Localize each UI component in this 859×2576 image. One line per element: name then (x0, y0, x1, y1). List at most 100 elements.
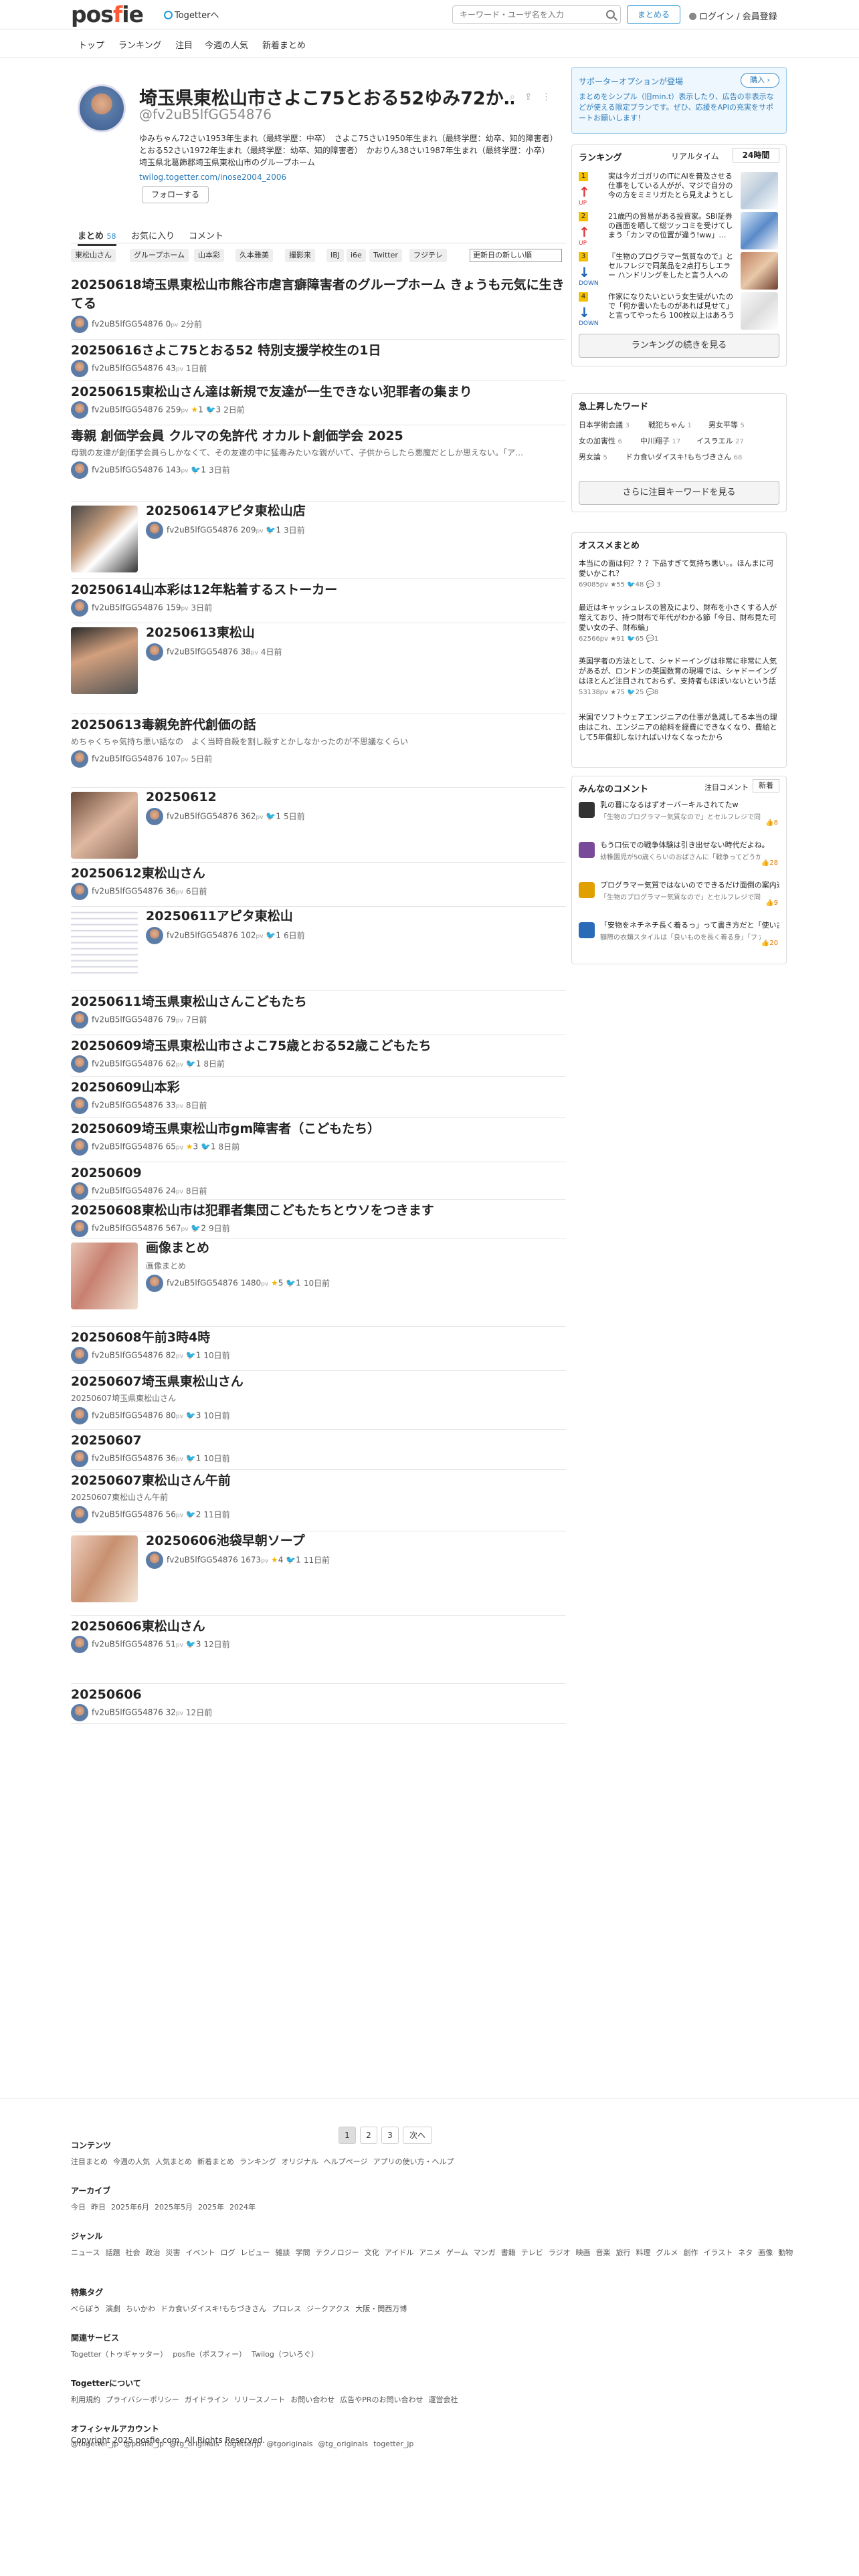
follow-button[interactable]: フォローする (142, 186, 209, 203)
tag-item[interactable]: IBJ (326, 249, 345, 262)
footer-link[interactable]: 大阪・関西万博 (355, 2304, 407, 2313)
user-name[interactable]: fv2uB5lfGG54876 (92, 1411, 163, 1420)
trending-keyword[interactable]: 男女平等 5 (708, 419, 745, 433)
trending-more-button[interactable]: さらに注目キーワードを見る (579, 481, 779, 505)
trending-keyword[interactable]: ドカ食いダイスキ!もちづきさん 68 (626, 451, 742, 465)
footer-link[interactable]: ネタ (738, 2248, 753, 2257)
search-input[interactable] (453, 6, 593, 23)
user-avatar[interactable] (146, 643, 163, 661)
footer-link[interactable]: レビュー (240, 2248, 270, 2257)
matome-title[interactable]: 20250615東松山さん達は新規で友達が一生できない犯罪者の集まり (71, 383, 566, 401)
footer-link[interactable]: グルメ (656, 2248, 678, 2257)
matome-item[interactable]: 20250607 fv2uB5lfGG54876 36pv 🐦1 10日前 (71, 1430, 566, 1470)
matome-item[interactable]: 20250613毒親免許代創価の話 めちゃくちゃ気持ち悪い話なの よく当時自殺を割… (71, 714, 566, 788)
tag-item[interactable]: 撮影来 (285, 249, 315, 262)
tag-item[interactable]: 東松山さん (71, 249, 116, 262)
matome-title[interactable]: 20250606 (71, 1685, 566, 1704)
matome-title[interactable]: 20250613東松山 (146, 623, 566, 642)
nav-top[interactable]: トップ (78, 38, 104, 51)
comment-item[interactable]: 「安物をネチネチ長く着るっ」って書き方だと「使い古したタオルは捨てずに雑巾にする… (579, 921, 779, 957)
user-avatar[interactable] (71, 316, 88, 333)
matome-title[interactable]: 20250609山本彩 (71, 1078, 566, 1097)
footer-link[interactable]: 話題 (105, 2248, 120, 2257)
nav-ranking[interactable]: ランキング (118, 38, 162, 51)
rank-thumbnail[interactable] (741, 212, 778, 249)
footer-link[interactable]: 動物 (778, 2248, 793, 2257)
footer-link[interactable]: ちいかわ (126, 2304, 155, 2313)
user-name[interactable]: fv2uB5lfGG54876 (92, 1101, 163, 1110)
footer-link[interactable]: 学問 (295, 2248, 310, 2257)
comments-tab-new[interactable]: 新着 (753, 779, 779, 792)
trending-keyword[interactable]: 女の加害性 6 (579, 435, 622, 449)
user-name[interactable]: fv2uB5lfGG54876 (167, 647, 238, 657)
ranking-tab-24h[interactable]: 24時間 (733, 148, 779, 163)
footer-link[interactable]: プロレス (272, 2304, 301, 2313)
matome-item[interactable]: 画像まとめ 画像まとめ fv2uB5lfGG54876 1480pv ★5 🐦1 10… (71, 1239, 566, 1327)
footer-link[interactable]: プライバシーポリシー (106, 2395, 179, 2404)
matome-item[interactable]: 20250606東松山さん fv2uB5lfGG54876 51pv 🐦3 12日前 (71, 1616, 566, 1684)
user-avatar[interactable] (71, 461, 88, 479)
footer-link[interactable]: 社会 (125, 2248, 140, 2257)
footer-link[interactable]: 今日 (71, 2203, 86, 2212)
matome-item[interactable]: 毒親 創価学会員 クルマの免許代 オカルト創価学会 2025 母親の友達が創価学会… (71, 425, 566, 502)
footer-link[interactable]: リリースノート (234, 2395, 285, 2404)
footer-link[interactable]: 画像 (758, 2248, 773, 2257)
footer-link[interactable]: ガイドライン (185, 2395, 229, 2404)
matome-thumbnail[interactable] (71, 627, 138, 694)
user-avatar[interactable] (146, 522, 163, 539)
user-avatar[interactable] (71, 750, 88, 768)
user-name[interactable]: fv2uB5lfGG54876 (92, 1224, 163, 1233)
matome-thumbnail[interactable] (71, 506, 138, 572)
matome-item[interactable]: 20250608東松山市は犯罪者集団こどもたちとウソをつきます fv2uB5lfG… (71, 1200, 566, 1239)
matome-title[interactable]: 20250606池袋早朝ソープ (146, 1531, 566, 1550)
matome-title[interactable]: 20250607 (71, 1431, 566, 1450)
user-avatar[interactable] (71, 401, 88, 419)
user-avatar[interactable] (71, 1450, 88, 1467)
tag-item[interactable]: Twitter (369, 249, 402, 262)
user-name[interactable]: fv2uB5lfGG54876 (92, 1351, 163, 1360)
matome-title[interactable]: 20250607埼玉県東松山さん (71, 1372, 566, 1391)
matome-title[interactable]: 20250618埼玉県東松山市熊谷市虐言癖障害者のグループホーム きょうも元気に… (71, 276, 566, 313)
matome-item[interactable]: 20250613東松山 fv2uB5lfGG54876 38pv 4日前 (71, 623, 566, 714)
comment-item[interactable]: 乳の暮になるはずオーバーキルされてたw 「生物のプログラマー気質なので」とセルフレ… (579, 800, 779, 837)
user-name[interactable]: fv2uB5lfGG54876 (92, 1454, 163, 1463)
footer-link[interactable]: 広告やPRのお問い合わせ (340, 2395, 423, 2404)
footer-link[interactable]: Twilog（ついろぐ） (252, 2350, 318, 2359)
matome-item[interactable]: 20250609 fv2uB5lfGG54876 24pv 8日前 (71, 1162, 566, 1200)
matome-title[interactable]: 20250612東松山さん (71, 864, 566, 883)
footer-link[interactable]: アニメ (419, 2248, 441, 2257)
footer-link[interactable]: アイドル (385, 2248, 413, 2257)
footer-link[interactable]: ランキング (240, 2157, 276, 2166)
user-name[interactable]: fv2uB5lfGG54876 (167, 931, 238, 940)
footer-link[interactable]: 2025年 (198, 2203, 224, 2212)
footer-link[interactable]: 文化 (365, 2248, 379, 2257)
matome-title[interactable]: 20250608東松山市は犯罪者集団こどもたちとウソをつきます (71, 1201, 566, 1220)
user-name[interactable]: fv2uB5lfGG54876 (92, 320, 163, 329)
footer-link[interactable]: ドカ食いダイスキ!もちづきさん (161, 2304, 266, 2313)
user-avatar[interactable] (71, 1011, 88, 1029)
matome-item[interactable]: 20250614山本彩は12年粘着するストーカー fv2uB5lfGG54876 … (71, 579, 566, 623)
footer-link[interactable]: 音楽 (595, 2248, 610, 2257)
user-name[interactable]: fv2uB5lfGG54876 (167, 1279, 238, 1288)
footer-link[interactable]: 2025年5月 (155, 2203, 193, 2212)
user-name[interactable]: fv2uB5lfGG54876 (92, 887, 163, 896)
footer-link[interactable]: ラジオ (549, 2248, 571, 2257)
profile-link[interactable]: twilog.togetter.com/inose2004_2006 (139, 173, 286, 182)
matome-title[interactable]: 20250614アピタ東松山店 (146, 502, 566, 520)
user-name[interactable]: fv2uB5lfGG54876 (92, 405, 163, 415)
matome-title[interactable]: 20250611埼玉県東松山さんこどもたち (71, 992, 566, 1011)
matome-title[interactable]: 20250612 (146, 788, 566, 807)
tag-item[interactable]: i6e (347, 249, 366, 262)
user-avatar[interactable] (71, 1220, 88, 1237)
matome-item[interactable]: 20250607埼玉県東松山さん 20250607埼玉県東松山さん fv2uB5lf… (71, 1371, 566, 1430)
footer-link[interactable]: togetter_jp (373, 2440, 413, 2448)
sort-select[interactable]: 更新日の新しい順 (470, 249, 562, 262)
search-icon[interactable]: ⌕ (510, 92, 524, 102)
tab-favorites[interactable]: お気に入り (131, 229, 175, 241)
matome-title[interactable]: 20250609 (71, 1164, 566, 1182)
matome-item[interactable]: 20250611アピタ東松山 fv2uB5lfGG54876 102pv 🐦1 6日… (71, 907, 566, 991)
user-avatar[interactable] (146, 927, 163, 944)
user-avatar[interactable] (71, 1182, 88, 1200)
trending-keyword[interactable]: 日本学術会議 3 (579, 419, 630, 433)
trending-keyword[interactable]: 戦犯ちゃん 1 (648, 419, 692, 433)
